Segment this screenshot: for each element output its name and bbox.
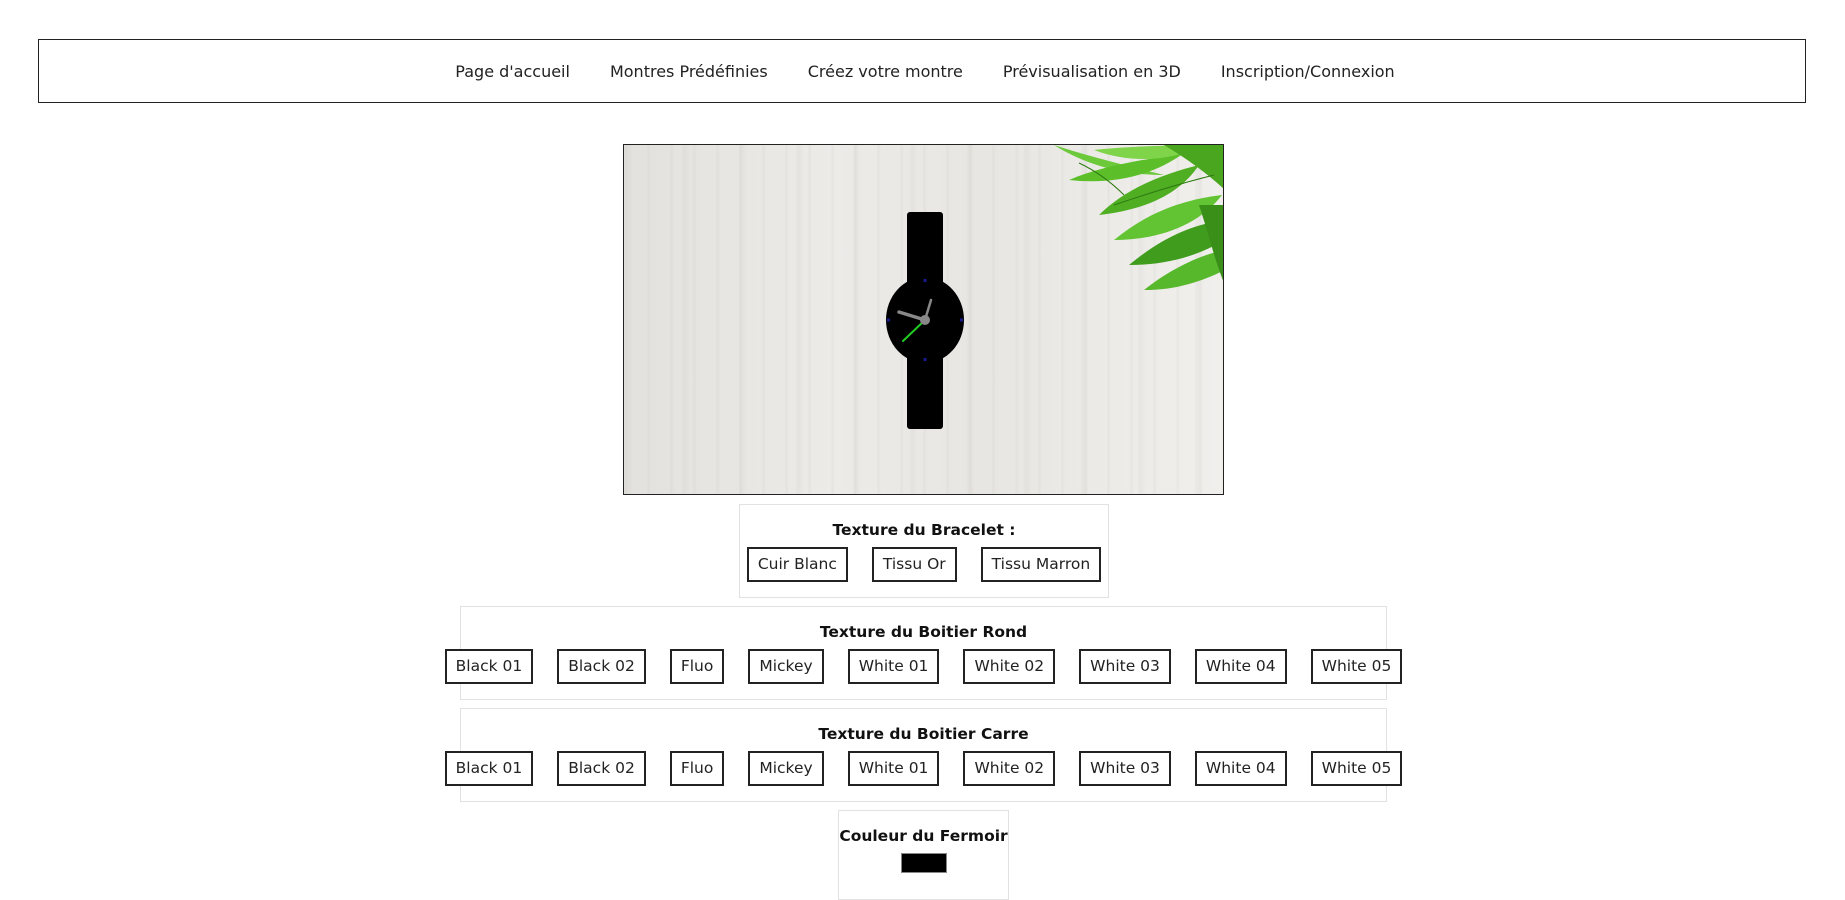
watch-preview-canvas[interactable] <box>623 144 1224 495</box>
nav-link-previsualisation-3d[interactable]: Prévisualisation en 3D <box>1003 62 1181 81</box>
nav-links: Page d'accueil Montres Prédéfinies Créez… <box>455 62 1394 81</box>
boitier-rond-option-white-02[interactable]: White 02 <box>963 649 1056 684</box>
boitier-rond-option-white-01[interactable]: White 01 <box>847 649 940 684</box>
boitier-carre-option-black-01[interactable]: Black 01 <box>444 751 534 786</box>
boitier-rond-option-fluo[interactable]: Fluo <box>669 649 725 684</box>
boitier-carre-texture-panel: Texture du Boitier Carre Black 01 Black … <box>444 708 1403 802</box>
nav-link-creez-montre[interactable]: Créez votre montre <box>808 62 963 81</box>
boitier-carre-option-white-02[interactable]: White 02 <box>963 751 1056 786</box>
leaves-decoration <box>1054 145 1223 290</box>
boitier-carre-option-white-05[interactable]: White 05 <box>1310 751 1403 786</box>
boitier-rond-option-white-03[interactable]: White 03 <box>1079 649 1171 684</box>
fermoir-color-picker[interactable] <box>900 853 947 873</box>
nav-link-inscription-connexion[interactable]: Inscription/Connexion <box>1221 62 1395 81</box>
boitier-rond-texture-panel: Texture du Boitier Rond Black 01 Black 0… <box>444 606 1403 700</box>
watch-preview-scene <box>886 145 1223 429</box>
boitier-rond-option-white-05[interactable]: White 05 <box>1310 649 1403 684</box>
boitier-rond-option-mickey[interactable]: Mickey <box>748 649 824 684</box>
boitier-carre-option-white-04[interactable]: White 04 <box>1194 751 1287 786</box>
nav-link-montres-predefinies[interactable]: Montres Prédéfinies <box>610 62 768 81</box>
boitier-carre-option-white-03[interactable]: White 03 <box>1079 751 1171 786</box>
bracelet-option-tissu-or[interactable]: Tissu Or <box>871 547 957 582</box>
boitier-rond-options: Black 01 Black 02 Fluo Mickey White 01 W… <box>444 649 1403 684</box>
nav-link-accueil[interactable]: Page d'accueil <box>455 62 570 81</box>
bracelet-options: Cuir Blanc Tissu Or Tissu Marron <box>740 547 1108 582</box>
bracelet-texture-panel: Texture du Bracelet : Cuir Blanc Tissu O… <box>739 504 1109 598</box>
boitier-rond-texture-title: Texture du Boitier Rond <box>819 623 1028 641</box>
bracelet-option-tissu-marron[interactable]: Tissu Marron <box>980 547 1102 582</box>
boitier-carre-option-white-01[interactable]: White 01 <box>847 751 940 786</box>
boitier-rond-option-black-02[interactable]: Black 02 <box>557 649 646 684</box>
fermoir-color-title: Couleur du Fermoir <box>839 827 1008 845</box>
boitier-carre-option-fluo[interactable]: Fluo <box>669 751 725 786</box>
boitier-carre-options: Black 01 Black 02 Fluo Mickey White 01 W… <box>444 751 1403 786</box>
main-navbar: Page d'accueil Montres Prédéfinies Créez… <box>38 39 1806 103</box>
bracelet-texture-title: Texture du Bracelet : <box>832 521 1016 539</box>
boitier-carre-option-black-02[interactable]: Black 02 <box>557 751 646 786</box>
hands-center-pin <box>920 315 930 325</box>
boitier-rond-option-black-01[interactable]: Black 01 <box>444 649 534 684</box>
boitier-rond-option-white-04[interactable]: White 04 <box>1194 649 1287 684</box>
boitier-carre-option-mickey[interactable]: Mickey <box>748 751 824 786</box>
boitier-carre-texture-title: Texture du Boitier Carre <box>818 725 1029 743</box>
bracelet-option-cuir-blanc[interactable]: Cuir Blanc <box>746 547 848 582</box>
